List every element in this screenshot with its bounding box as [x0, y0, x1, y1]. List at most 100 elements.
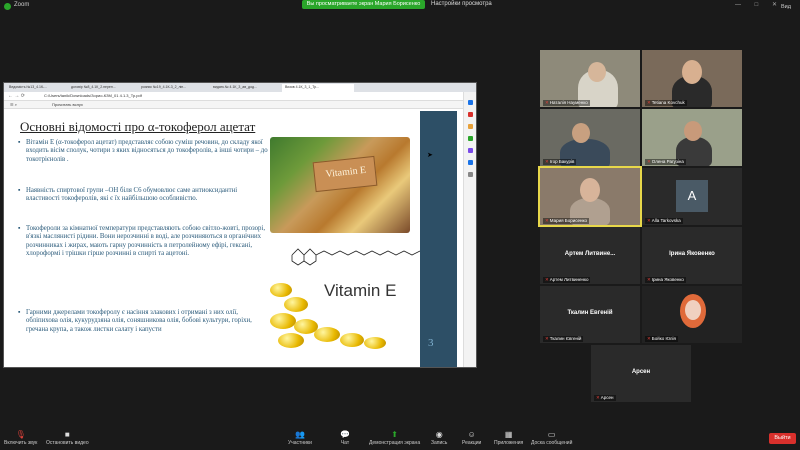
capsule	[364, 337, 386, 349]
app-title: Zoom	[14, 2, 30, 8]
slide-side-band: 3	[420, 111, 457, 367]
capsule	[314, 327, 340, 342]
participant-tile[interactable]: ✕Олена Рагузіна	[642, 109, 742, 166]
participant-name: ✕Артем Литвиненко	[543, 277, 591, 283]
participant-tile[interactable]: ✕Бойко Юлія	[642, 286, 742, 343]
mouse-pointer-icon: ➤	[427, 152, 433, 159]
slide-title: Основні відомості про α-токоферол ацетат	[20, 119, 256, 134]
games-icon[interactable]	[468, 136, 473, 141]
apps-button[interactable]: ▦ Приложения	[494, 430, 523, 446]
record-button[interactable]: ◉ Запись	[431, 430, 447, 446]
outlook-icon[interactable]	[468, 160, 473, 165]
capsule	[270, 313, 296, 329]
search-icon[interactable]	[468, 100, 473, 105]
browser-tab-bar: Ведомість №13_4.1К-... договір №8_4.1К_2…	[4, 83, 476, 92]
vitamin-e-label: Vitamin E	[324, 281, 397, 300]
browser-tab[interactable]: Ведомість №13_4.1К-...	[6, 84, 66, 92]
participant-tile[interactable]: ✕Наталія Науменко	[540, 50, 640, 107]
participant-display-name: Арсен	[631, 369, 651, 375]
slide-number: 3	[428, 337, 434, 349]
shared-screen: Ведомість №13_4.1К-... договір №8_4.1К_2…	[3, 82, 477, 368]
participant-tile[interactable]: Артем Литвине... ✕Артем Литвиненко	[540, 227, 640, 284]
share-screen-icon: ⬆	[391, 430, 398, 439]
participant-tile[interactable]: Ткалин Евгеній ✕Ткалин Євгеній	[540, 286, 640, 343]
capsule	[270, 283, 292, 297]
mic-muted-icon: ✕	[647, 159, 651, 164]
reactions-icon: ☺	[467, 430, 476, 439]
chat-button[interactable]: 💬 Чат	[340, 430, 350, 446]
back-icon[interactable]: ← → ⟳	[8, 93, 25, 99]
participant-name: ✕Ігор Бакурів	[543, 159, 577, 165]
participant-avatar: A	[676, 180, 708, 212]
participant-tile[interactable]: ✕Tetiana Kovchuk	[642, 50, 742, 107]
office-icon[interactable]	[468, 148, 473, 153]
participant-name: ✕Олена Рагузіна	[645, 159, 686, 165]
participant-tile[interactable]: ✕Ігор Бакурів	[540, 109, 640, 166]
slide-bullet: Наявність спиртової групи –ОН біля C6 об…	[18, 187, 268, 204]
participant-tile[interactable]: Арсен ✕Арсен	[591, 345, 691, 402]
zoom-shield-icon	[4, 3, 11, 10]
apps-icon: ▦	[504, 430, 513, 439]
participant-display-name: Ткалин Евгеній	[567, 310, 613, 316]
menu-icon[interactable]: ☰ ⌕	[10, 102, 17, 107]
participant-name: ✕Alla Tarkovska	[645, 218, 683, 224]
record-icon: ◉	[435, 430, 443, 439]
leave-meeting-button[interactable]: Выйти	[769, 433, 796, 444]
mic-muted-icon: ✕	[545, 159, 549, 164]
participants-button[interactable]: 👥 Участники	[288, 430, 312, 446]
slide-bullet: Гарними джерелами токоферолу є насіння з…	[18, 309, 268, 334]
capsule	[278, 333, 304, 348]
whiteboard-icon: ▭	[547, 430, 556, 439]
chat-icon: 💬	[340, 430, 350, 439]
participant-display-name: Артем Литвине...	[564, 251, 616, 257]
address-bar[interactable]: ← → ⟳ C:/Users/tanik/Downloads/Зорио-КЗМ…	[4, 92, 476, 101]
view-options-menu[interactable]: Настройки просмотра	[431, 1, 492, 7]
participant-name: ✕Бойко Юлія	[645, 336, 678, 342]
participant-name: ✕Арсен	[594, 395, 616, 401]
browser-tab-active[interactable]: Визов 4.1К_3_1_Тр...	[282, 84, 354, 92]
vitamin-e-capsules-image: Vitamin E	[270, 241, 430, 349]
browser-tab[interactable]: розпис №19_4.1К-3_2_лін...	[138, 84, 208, 92]
board-text: Vitamin E	[324, 164, 367, 181]
viewing-screen-banner[interactable]: Вы просматриваете экран Мария Борисенко	[302, 0, 425, 9]
mic-muted-icon: ✕	[545, 100, 549, 105]
mic-muted-icon: ✕	[545, 218, 549, 223]
camera-icon: ■	[64, 430, 70, 439]
add-icon[interactable]	[468, 172, 473, 177]
reactions-button[interactable]: ☺ Реакции	[462, 430, 481, 446]
participant-display-name: Ірина Яковенко	[669, 251, 715, 257]
mic-off-icon: 🎙	[15, 430, 26, 439]
presentation-slide: Основні відомості про α-токоферол ацетат…	[14, 111, 457, 367]
mic-muted-icon: ✕	[545, 277, 549, 282]
stop-video-button[interactable]: ■ Остановить видео	[46, 430, 89, 446]
participant-tile-active-speaker[interactable]: ✕Мария Борисенко	[538, 166, 642, 227]
address-text[interactable]: C:/Users/tanik/Downloads/Зорио-КЗМ_01 4.…	[44, 93, 142, 98]
mic-muted-icon: ✕	[596, 395, 600, 400]
view-button[interactable]: Вид	[781, 4, 791, 10]
browser-sidebar	[463, 92, 476, 367]
browser-tab[interactable]: видатк.№ 4.1К_3_ав_дод...	[210, 84, 280, 92]
participants-icon: 👥	[294, 430, 305, 439]
slide-bullet: Вітамін Е (α-токоферол ацетат) представл…	[18, 139, 268, 164]
participant-name: ✕Tetiana Kovchuk	[645, 100, 687, 106]
mic-muted-icon: ✕	[647, 277, 651, 282]
participant-tile[interactable]: Ірина Яковенко ✕Ірина Яковенко	[642, 227, 742, 284]
mic-muted-icon: ✕	[647, 100, 651, 105]
share-screen-button[interactable]: ⬆ Демонстрация экрана	[369, 430, 420, 446]
read-aloud-button[interactable]: Прочитать вслух	[52, 102, 83, 107]
participant-name: ✕Ірина Яковенко	[645, 277, 686, 283]
tools-icon[interactable]	[468, 124, 473, 129]
mic-muted-icon: ✕	[647, 218, 651, 223]
unmute-button[interactable]: 🎙 Включить звук	[4, 430, 37, 446]
meeting-toolbar: 🎙 Включить звук ■ Остановить видео 👥 Участн…	[0, 427, 800, 450]
participant-tile[interactable]: A ✕Alla Tarkovska	[642, 168, 742, 225]
browser-tab[interactable]: договір №8_4.1К_2.переп...	[68, 84, 136, 92]
window-controls[interactable]: — □ ✕	[735, 1, 783, 8]
pdf-toolbar: ☰ ⌕ Прочитать вслух	[4, 101, 476, 109]
capsule	[340, 333, 364, 347]
participant-name: ✕Наталія Науменко	[543, 100, 590, 106]
mic-muted-icon: ✕	[647, 336, 651, 341]
shopping-icon[interactable]	[468, 112, 473, 117]
whiteboard-button[interactable]: ▭ Доска сообщений	[531, 430, 572, 446]
participant-name: ✕Ткалин Євгеній	[543, 336, 584, 342]
